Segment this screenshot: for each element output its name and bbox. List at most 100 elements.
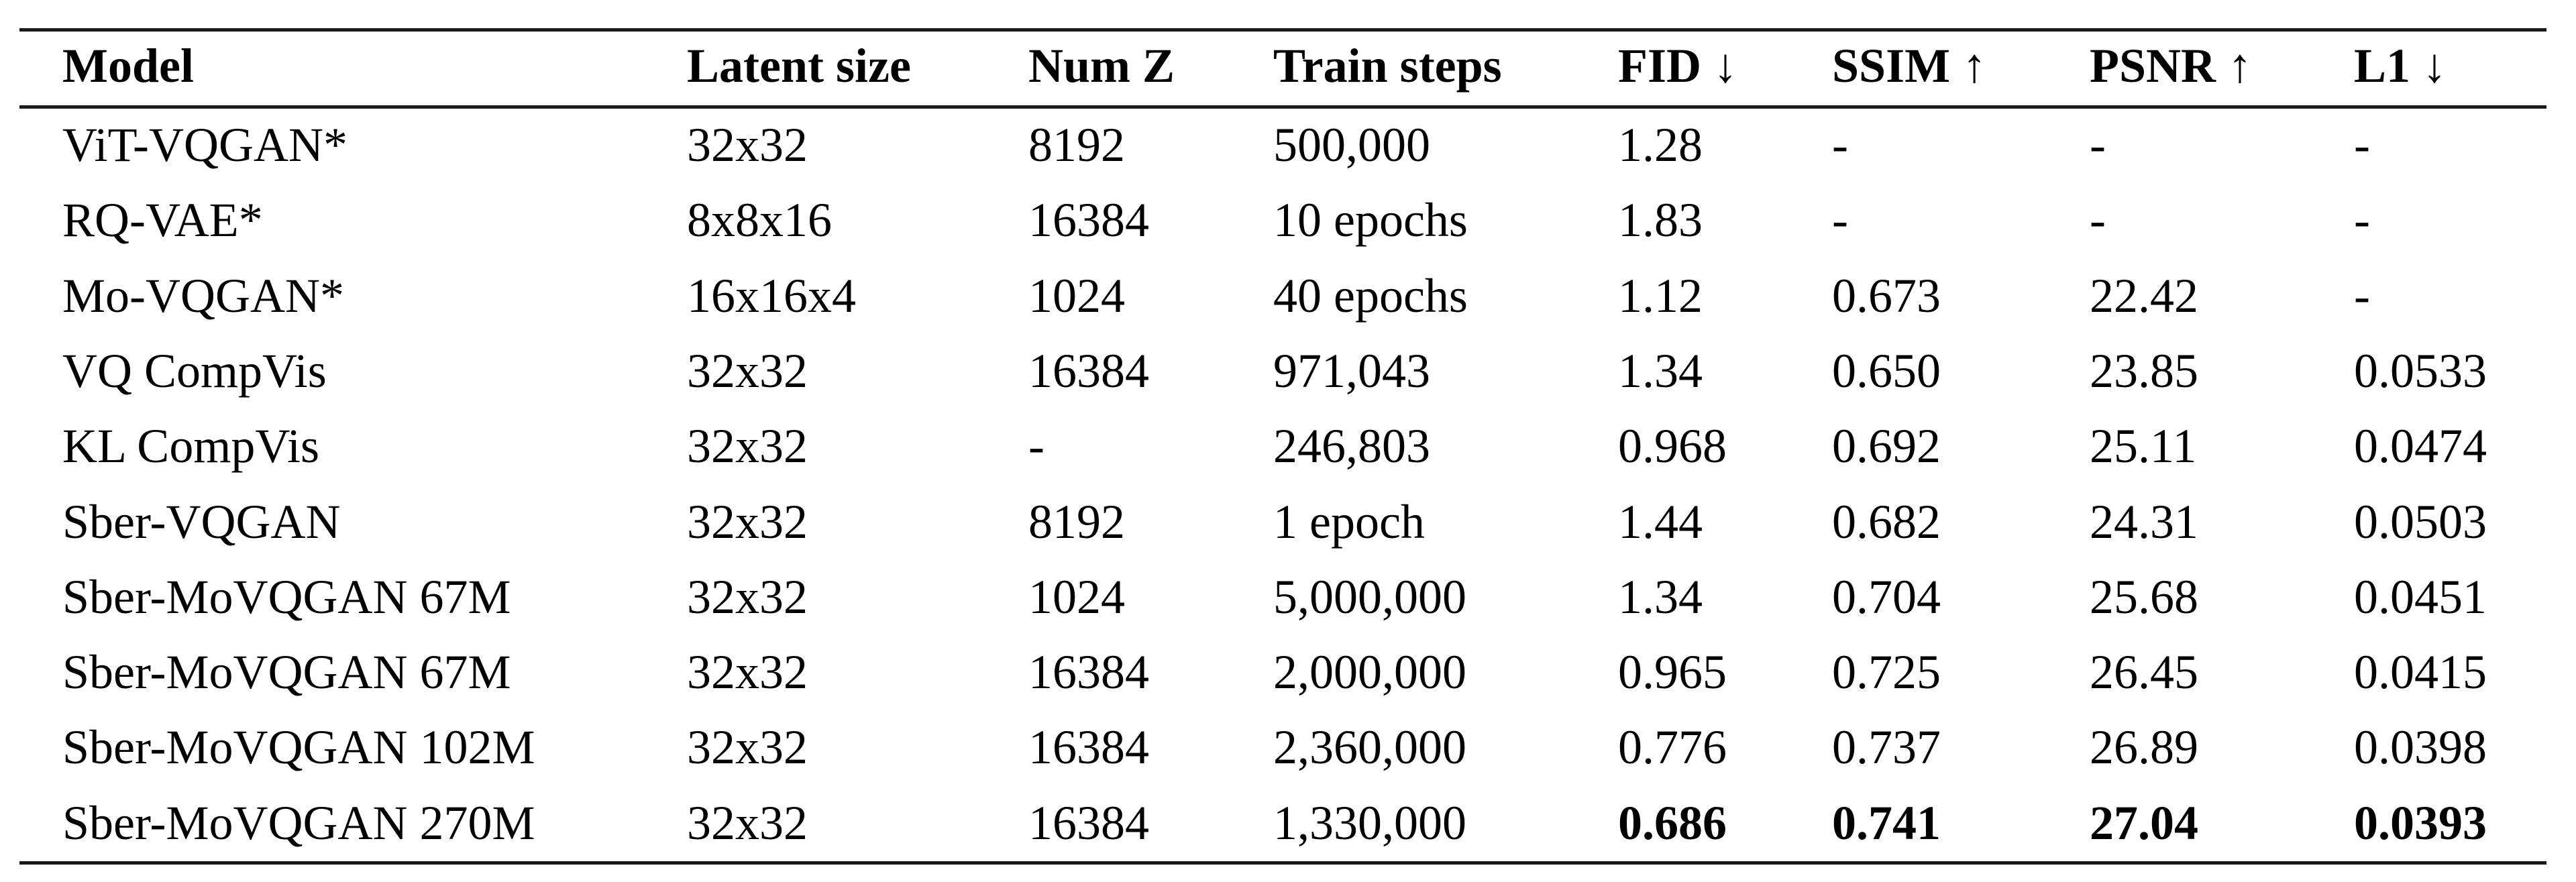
cell-ssim: - <box>1832 193 1848 247</box>
cell-latent-size: 32x32 <box>687 720 808 775</box>
cell-fid: 1.83 <box>1618 193 1703 247</box>
cell-psnr: - <box>2090 193 2106 247</box>
cell-fid: 1.44 <box>1618 494 1703 549</box>
cell-model: Mo-VQGAN* <box>62 268 344 323</box>
cell-num-z: 16384 <box>1028 720 1149 775</box>
cell-num-z: 16384 <box>1028 343 1149 398</box>
cell-l1: - <box>2354 268 2370 323</box>
cell-latent-size: 8x8x16 <box>687 193 832 247</box>
header-l1: L1 ↓ <box>2354 39 2447 93</box>
cell-latent-size: 32x32 <box>687 494 808 549</box>
cell-psnr: 26.45 <box>2090 645 2198 700</box>
cell-train-steps: 1,330,000 <box>1273 795 1466 850</box>
cell-ssim: 0.682 <box>1832 494 1941 549</box>
cell-fid: 1.28 <box>1618 118 1703 172</box>
cell-fid: 0.776 <box>1618 720 1727 775</box>
cell-ssim: 0.673 <box>1832 268 1941 323</box>
cell-model: Sber-MoVQGAN 67M <box>62 645 511 700</box>
cell-fid: 1.34 <box>1618 569 1703 624</box>
cell-l1: 0.0393 <box>2354 795 2487 850</box>
cell-train-steps: 2,000,000 <box>1273 645 1466 700</box>
cell-l1: 0.0398 <box>2354 720 2487 775</box>
table-row: Mo-VQGAN* 16x16x4 1024 40 epochs 1.12 0.673 22… <box>0 262 2576 329</box>
top-rule <box>19 28 2546 32</box>
cell-fid: 0.968 <box>1618 419 1727 474</box>
cell-model: Sber-MoVQGAN 67M <box>62 569 511 624</box>
cell-latent-size: 32x32 <box>687 343 808 398</box>
cell-l1: 0.0503 <box>2354 494 2487 549</box>
header-psnr: PSNR ↑ <box>2090 39 2253 93</box>
cell-latent-size: 32x32 <box>687 795 808 850</box>
cell-train-steps: 246,803 <box>1273 419 1430 474</box>
header-model: Model <box>62 39 194 93</box>
table-row: Sber-MoVQGAN 67M 32x32 1024 5,000,000 1.34 0.… <box>0 563 2576 630</box>
cell-ssim: 0.737 <box>1832 720 1941 775</box>
cell-num-z: 8192 <box>1028 494 1125 549</box>
cell-ssim: 0.725 <box>1832 645 1941 700</box>
cell-num-z: 16384 <box>1028 645 1149 700</box>
table-row: VQ CompVis 32x32 16384 971,043 1.34 0.650 23.8… <box>0 337 2576 404</box>
table-row: Sber-MoVQGAN 102M 32x32 16384 2,360,000 0.77… <box>0 714 2576 781</box>
header-fid: FID ↓ <box>1618 39 1737 93</box>
cell-l1: 0.0415 <box>2354 645 2487 700</box>
cell-fid: 1.12 <box>1618 268 1703 323</box>
cell-ssim: 0.650 <box>1832 343 1941 398</box>
header-train-steps: Train steps <box>1273 39 1502 93</box>
cell-num-z: 16384 <box>1028 193 1149 247</box>
cell-model: KL CompVis <box>62 419 320 474</box>
header-num-z: Num Z <box>1028 39 1175 93</box>
cell-l1: 0.0533 <box>2354 343 2487 398</box>
cell-train-steps: 2,360,000 <box>1273 720 1466 775</box>
cell-num-z: 8192 <box>1028 118 1125 172</box>
cell-ssim: 0.692 <box>1832 419 1941 474</box>
cell-model: ViT-VQGAN* <box>62 118 348 172</box>
cell-l1: 0.0474 <box>2354 419 2487 474</box>
cell-num-z: - <box>1028 419 1044 474</box>
cell-l1: - <box>2354 193 2370 247</box>
table-row: Sber-VQGAN 32x32 8192 1 epoch 1.44 0.682 24.31… <box>0 488 2576 555</box>
header-ssim: SSIM ↑ <box>1832 39 1987 93</box>
cell-latent-size: 16x16x4 <box>687 268 856 323</box>
header-rule <box>19 105 2546 109</box>
cell-psnr: 24.31 <box>2090 494 2198 549</box>
cell-fid: 0.686 <box>1618 795 1727 850</box>
table-row: Sber-MoVQGAN 270M 32x32 16384 1,330,000 0.68… <box>0 789 2576 857</box>
cell-ssim: - <box>1832 118 1848 172</box>
table-row: ViT-VQGAN* 32x32 8192 500,000 1.28 - - - <box>0 111 2576 178</box>
cell-model: VQ CompVis <box>62 343 327 398</box>
cell-num-z: 1024 <box>1028 569 1125 624</box>
header-row: Model Latent size Num Z Train steps FID ↓ SSI… <box>0 32 2576 99</box>
cell-train-steps: 1 epoch <box>1273 494 1425 549</box>
cell-l1: - <box>2354 118 2370 172</box>
cell-fid: 1.34 <box>1618 343 1703 398</box>
cell-psnr: 22.42 <box>2090 268 2198 323</box>
cell-l1: 0.0451 <box>2354 569 2487 624</box>
cell-fid: 0.965 <box>1618 645 1727 700</box>
header-latent-size: Latent size <box>687 39 911 93</box>
cell-latent-size: 32x32 <box>687 419 808 474</box>
cell-psnr: 25.68 <box>2090 569 2198 624</box>
cell-psnr: 27.04 <box>2090 795 2198 850</box>
cell-model: RQ-VAE* <box>62 193 263 247</box>
cell-latent-size: 32x32 <box>687 118 808 172</box>
cell-num-z: 16384 <box>1028 795 1149 850</box>
bottom-rule <box>19 861 2546 865</box>
cell-train-steps: 10 epochs <box>1273 193 1468 247</box>
cell-latent-size: 32x32 <box>687 569 808 624</box>
table-row: KL CompVis 32x32 - 246,803 0.968 0.692 25.11 0.… <box>0 412 2576 480</box>
cell-latent-size: 32x32 <box>687 645 808 700</box>
cell-num-z: 1024 <box>1028 268 1125 323</box>
cell-psnr: 25.11 <box>2090 419 2197 474</box>
cell-psnr: 26.89 <box>2090 720 2198 775</box>
cell-model: Sber-VQGAN <box>62 494 341 549</box>
cell-train-steps: 500,000 <box>1273 118 1430 172</box>
cell-train-steps: 5,000,000 <box>1273 569 1466 624</box>
cell-ssim: 0.704 <box>1832 569 1941 624</box>
cell-psnr: - <box>2090 118 2106 172</box>
cell-psnr: 23.85 <box>2090 343 2198 398</box>
cell-model: Sber-MoVQGAN 102M <box>62 720 535 775</box>
cell-train-steps: 40 epochs <box>1273 268 1468 323</box>
cell-model: Sber-MoVQGAN 270M <box>62 795 535 850</box>
table-row: RQ-VAE* 8x8x16 16384 10 epochs 1.83 - - - <box>0 186 2576 254</box>
cell-train-steps: 971,043 <box>1273 343 1430 398</box>
